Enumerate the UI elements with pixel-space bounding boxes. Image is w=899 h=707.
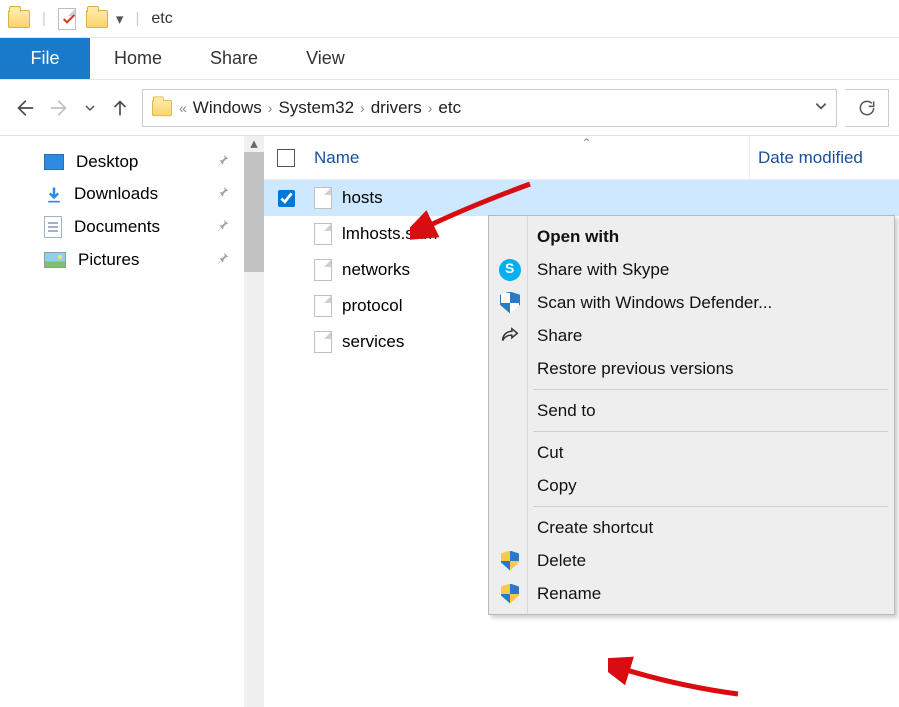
sidebar-item-desktop[interactable]: Desktop [0,146,244,178]
context-create-shortcut[interactable]: Create shortcut [491,511,892,544]
menu-separator [533,506,888,507]
sidebar-item-pictures[interactable]: Pictures [0,244,244,276]
select-all-checkbox[interactable] [264,149,308,167]
desktop-icon [44,154,64,170]
menu-label: Cut [537,443,563,463]
menu-label: Restore previous versions [537,359,734,379]
file-icon [314,223,332,245]
chevron-right-icon[interactable]: › [428,100,433,116]
chevron-right-icon[interactable]: › [268,100,273,116]
navigation-bar: « Windows › System32 › drivers › etc [0,80,899,136]
file-name: services [342,332,404,352]
menu-label: Share [537,326,582,346]
uac-shield-icon [499,550,521,572]
column-date-modified[interactable]: Date modified [749,136,899,179]
context-share-skype[interactable]: Share with Skype [491,253,892,286]
sidebar-item-label: Downloads [74,184,158,204]
file-icon [314,259,332,281]
folder-icon-small[interactable] [86,10,108,28]
breadcrumb-item[interactable]: drivers [371,98,422,118]
pin-icon [216,250,230,270]
context-open-with[interactable]: Open with [491,220,892,253]
pin-icon [216,152,230,172]
documents-icon [44,216,62,238]
menu-label: Copy [537,476,577,496]
context-share[interactable]: Share [491,319,892,352]
context-send-to[interactable]: Send to [491,394,892,427]
separator: | [42,10,46,27]
context-rename[interactable]: Rename [491,577,892,610]
breadcrumb-overflow[interactable]: « [179,100,187,116]
downloads-icon [44,185,62,203]
navigation-pane: Desktop Downloads Documents Pictures [0,136,244,707]
file-icon [314,187,332,209]
up-button[interactable] [106,94,134,122]
menu-label: Send to [537,401,596,421]
context-restore-versions[interactable]: Restore previous versions [491,352,892,385]
sidebar-item-label: Pictures [78,250,139,270]
breadcrumb-item[interactable]: etc [438,98,461,118]
breadcrumb-item[interactable]: System32 [278,98,354,118]
address-bar[interactable]: « Windows › System32 › drivers › etc [142,89,837,127]
context-cut[interactable]: Cut [491,436,892,469]
back-button[interactable] [10,94,38,122]
recent-locations-dropdown[interactable] [82,94,98,122]
file-name: protocol [342,296,402,316]
sidebar-item-label: Documents [74,217,160,237]
menu-label: Scan with Windows Defender... [537,293,772,313]
tab-view[interactable]: View [282,38,369,79]
file-name: lmhosts.sam [342,224,437,244]
forward-button[interactable] [46,94,74,122]
scrollbar-thumb[interactable] [244,152,264,272]
file-checkbox[interactable] [278,190,295,207]
separator: | [135,10,139,27]
uac-shield-icon [499,583,521,605]
sidebar-item-downloads[interactable]: Downloads [0,178,244,210]
defender-shield-icon [499,292,521,314]
window-title: etc [151,10,172,28]
skype-icon [499,259,521,281]
chevron-right-icon[interactable]: › [360,100,365,116]
tab-home[interactable]: Home [90,38,186,79]
pictures-icon [44,252,66,268]
sort-ascending-icon: ⌃ [582,136,592,150]
file-name: hosts [342,188,383,208]
sidebar-item-label: Desktop [76,152,138,172]
file-icon [314,331,332,353]
pin-icon [216,217,230,237]
menu-label: Open with [537,227,619,247]
file-row-hosts[interactable]: hosts [264,180,899,216]
context-delete[interactable]: Delete [491,544,892,577]
menu-label: Create shortcut [537,518,653,538]
ribbon-tabs: File Home Share View [0,38,899,80]
tab-share[interactable]: Share [186,38,282,79]
folder-icon [152,99,172,115]
folder-icon [8,10,30,28]
menu-label: Share with Skype [537,260,669,280]
context-menu: Open with Share with Skype Scan with Win… [488,215,895,615]
menu-label: Delete [537,551,586,571]
column-name[interactable]: Name [308,148,749,168]
sidebar-item-documents[interactable]: Documents [0,210,244,244]
file-icon [314,295,332,317]
context-copy[interactable]: Copy [491,469,892,502]
menu-separator [533,431,888,432]
context-scan-defender[interactable]: Scan with Windows Defender... [491,286,892,319]
refresh-button[interactable] [845,89,889,127]
qat-check-icon[interactable] [58,8,78,30]
menu-label: Rename [537,584,601,604]
file-tab[interactable]: File [0,38,90,79]
file-name: networks [342,260,410,280]
titlebar: | ▾ | etc [0,0,899,38]
qat-dropdown-icon[interactable]: ▾ [116,10,124,28]
menu-separator [533,389,888,390]
pin-icon [216,184,230,204]
address-dropdown[interactable] [814,99,828,117]
nav-scrollbar[interactable]: ▴ [244,136,264,707]
share-icon [499,325,521,347]
breadcrumb-item[interactable]: Windows [193,98,262,118]
